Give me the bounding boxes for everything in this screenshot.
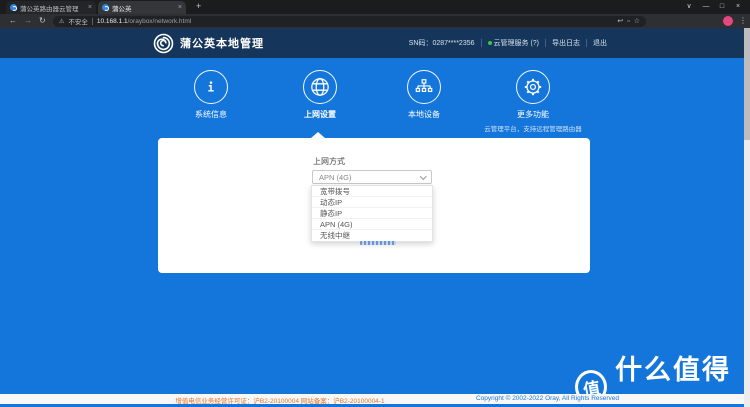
export-log-link[interactable]: 导出日志 [552,38,580,48]
dropdown-option-apn-4g[interactable]: APN (4G) [312,219,432,230]
meta-divider [545,39,546,47]
security-label: 不安全 [68,19,88,27]
forward-icon[interactable]: → [24,14,32,28]
info-icon [194,70,228,104]
chevron-down-icon [419,172,426,180]
tab-search-icon[interactable]: ∨ [682,0,696,14]
header-meta: SN码：0287****2356 云管理服务 (?) 导出日志 退出 [409,28,607,58]
nav-label: 更多功能 [517,110,549,119]
nav-item-network-settings[interactable]: 上网设置 [260,70,380,120]
oray-favicon-icon [102,4,109,11]
nav-item-more-features[interactable]: 更多功能 云管理平台，支持远程管理路由器 [473,70,593,133]
globe-icon [303,70,337,104]
meta-divider [586,39,587,47]
devices-icon [407,70,441,104]
url-host: 10.168.1.1 [96,17,128,25]
browser-tab-1[interactable]: 蒲公英路由器云管理 × [6,1,96,14]
tab-title: 蒲公英 [112,5,132,13]
close-window-button[interactable]: × [731,0,745,14]
cloud-service-link[interactable]: 云管理服务 (?) [487,38,539,48]
nav-label: 系统信息 [195,110,227,119]
sn-code: SN码：0287****2356 [408,40,475,47]
tab-close-icon[interactable]: × [178,4,182,11]
nav-label: 本地设备 [408,110,440,119]
new-tab-button[interactable]: + [196,0,201,13]
maximize-button[interactable]: □ [715,0,729,14]
select-value: APN (4G) [319,172,352,182]
nav-item-system-info[interactable]: 系统信息 [151,70,271,120]
nav-subtitle: 云管理平台，支持远程管理路由器 [484,126,582,133]
screenshot-stage: 蒲公英路由器云管理 × 蒲公英 × + ∨ — □ × ← → ↻ ⚠ 不安全 … [0,0,750,407]
dropdown-option-static-ip[interactable]: 静态IP [312,208,432,219]
dropdown-option-dynamic-ip[interactable]: 动态IP [312,197,432,208]
dropdown-option-wireless-relay[interactable]: 无线中继 [312,230,432,241]
online-status-dot [487,41,492,45]
url-path: /oraybox/network.html [127,17,192,25]
tab-title: 蒲公英路由器云管理 [20,5,79,13]
browser-profile-avatar[interactable] [723,16,733,26]
scrollbar-thumb[interactable] [744,28,750,140]
logout-link[interactable]: 退出 [593,38,607,48]
bookmark-star-icon[interactable]: ☆ [634,17,640,25]
brand: 蒲公英本地管理 [153,28,264,58]
copyright-text: Copyright © 2002-2022 Oray, All Rights R… [475,395,620,402]
oray-logo-icon [153,33,174,54]
nav-item-local-devices[interactable]: 本地设备 [364,70,484,120]
meta-divider [480,39,482,47]
warning-icon: ⚠ [59,18,65,25]
send-to-device-icon[interactable]: ↩ [617,17,623,25]
partially-hidden-link[interactable] [360,241,396,245]
nav-label: 上网设置 [304,110,336,119]
address-bar[interactable]: ⚠ 不安全 10.168.1.1 /oraybox/network.html ↩… [53,16,646,27]
omnibox-divider [91,17,93,25]
connection-mode-dropdown: 宽带拨号 动态IP 静态IP APN (4G) 无线中继 [311,185,433,242]
media-frame-icon[interactable]: ▫ [627,18,629,25]
browser-menu-icon[interactable]: ⋮ [739,14,747,28]
back-icon[interactable]: ← [9,14,17,28]
connection-mode-select[interactable]: APN (4G) [312,170,432,184]
page-title: 蒲公英本地管理 [180,38,264,50]
browser-tab-2-active[interactable]: 蒲公英 × [98,1,186,14]
dropdown-option-broadband[interactable]: 宽带拨号 [312,186,432,197]
gear-icon [516,70,550,104]
minimize-button[interactable]: — [699,0,713,14]
oray-favicon-icon [10,4,17,11]
field-label: 上网方式 [313,157,345,166]
reload-icon[interactable]: ↻ [39,14,46,28]
browser-tab-bar: 蒲公英路由器云管理 × 蒲公英 × + ∨ — □ × [0,0,750,14]
site-header [0,28,744,58]
tab-close-icon[interactable]: × [88,4,92,11]
